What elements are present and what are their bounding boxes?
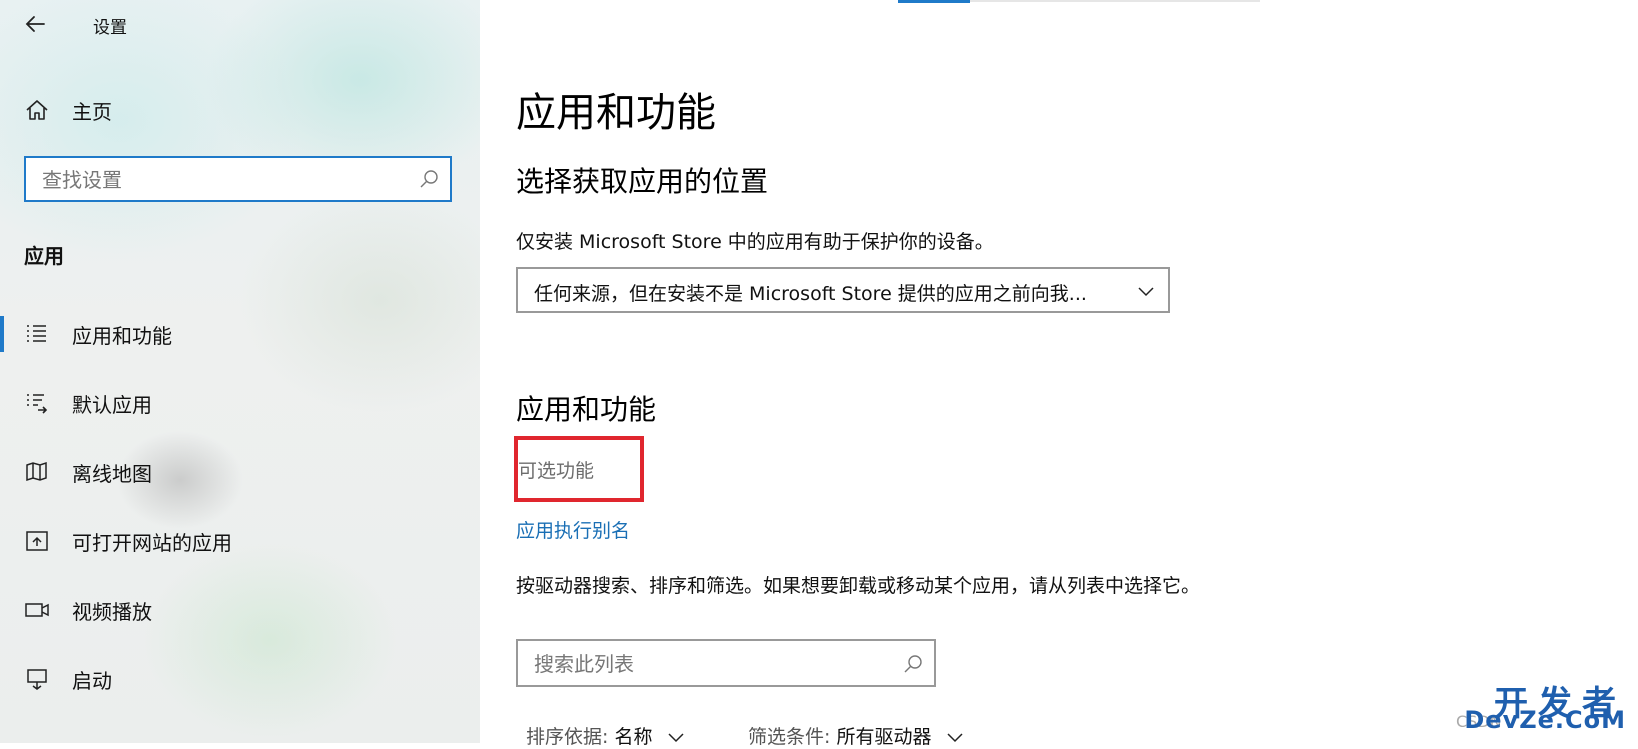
search-icon[interactable] <box>418 168 440 190</box>
video-playback-icon <box>25 603 49 617</box>
sidebar-item-video-playback[interactable]: 视频播放 <box>0 588 480 632</box>
apps-features-icon <box>27 325 46 342</box>
site-watermark-en: DevZe.CoM <box>1464 706 1626 734</box>
settings-search-input[interactable] <box>40 158 414 202</box>
filter-value: 所有驱动器 <box>836 726 932 748</box>
sidebar-item-label: 应用和功能 <box>72 323 172 348</box>
apps-heading: 应用和功能 <box>516 393 657 426</box>
sidebar-item-default-apps[interactable]: 默认应用 <box>0 381 480 425</box>
chevron-down-icon <box>946 732 963 742</box>
sort-value: 名称 <box>614 726 653 748</box>
sidebar-item-label: 默认应用 <box>72 392 152 417</box>
chevron-down-icon <box>1138 287 1154 297</box>
home-nav-item[interactable]: 主页 <box>24 93 112 127</box>
app-list-search-box[interactable] <box>516 639 936 687</box>
sidebar-item-label: 可打开网站的应用 <box>72 530 232 555</box>
location-description: 仅安装 Microsoft Store 中的应用有助于保护你的设备。 <box>516 231 994 253</box>
sidebar-item-apps-for-websites[interactable]: 可打开网站的应用 <box>0 519 480 563</box>
startup-icon <box>27 669 47 690</box>
section-heading-apps: 应用 <box>24 244 64 268</box>
filter-key: 筛选条件: <box>748 726 831 748</box>
app-title: 设置 <box>93 18 127 38</box>
home-label: 主页 <box>72 99 112 124</box>
home-icon <box>26 100 48 120</box>
back-button[interactable] <box>20 10 54 38</box>
sidebar-item-startup[interactable]: 启动 <box>0 657 480 701</box>
sort-key: 排序依据: <box>526 726 609 748</box>
app-list-search-input[interactable] <box>532 641 896 687</box>
sidebar-item-label: 视频播放 <box>72 599 152 624</box>
sidebar: 设置 主页 应用 应用和功能 默认应用 离线地图 <box>0 0 480 743</box>
app-execution-alias-link[interactable]: 应用执行别名 <box>516 516 630 543</box>
back-arrow-icon <box>25 16 45 32</box>
app-source-dropdown-value: 任何来源，但在安装不是 Microsoft Store 提供的应用之前向我... <box>534 283 1087 305</box>
search-icon[interactable] <box>902 653 924 675</box>
page-title: 应用和功能 <box>516 90 716 136</box>
sidebar-item-label: 启动 <box>72 668 112 693</box>
sidebar-item-offline-maps[interactable]: 离线地图 <box>0 450 480 494</box>
tab-strip-line <box>970 0 1260 2</box>
title-bar: 设置 <box>0 0 480 48</box>
filter-by-dropdown[interactable]: 筛选条件: 所有驱动器 <box>748 722 964 749</box>
location-heading: 选择获取应用的位置 <box>516 165 769 198</box>
sidebar-item-label: 离线地图 <box>72 461 152 486</box>
app-source-dropdown[interactable]: 任何来源，但在安装不是 Microsoft Store 提供的应用之前向我... <box>516 267 1170 313</box>
selected-indicator <box>0 316 4 352</box>
tab-indicator <box>898 0 970 3</box>
default-apps-icon <box>27 394 48 414</box>
apps-for-websites-icon <box>26 531 48 551</box>
red-highlight-box <box>514 436 644 502</box>
sort-by-dropdown[interactable]: 排序依据: 名称 <box>526 722 685 749</box>
offline-maps-icon <box>26 461 47 482</box>
sidebar-item-apps-features[interactable]: 应用和功能 <box>0 312 480 356</box>
list-description: 按驱动器搜索、排序和筛选。如果想要卸载或移动某个应用，请从列表中选择它。 <box>516 575 1201 597</box>
settings-search-box[interactable] <box>24 156 452 202</box>
chevron-down-icon <box>667 732 684 742</box>
